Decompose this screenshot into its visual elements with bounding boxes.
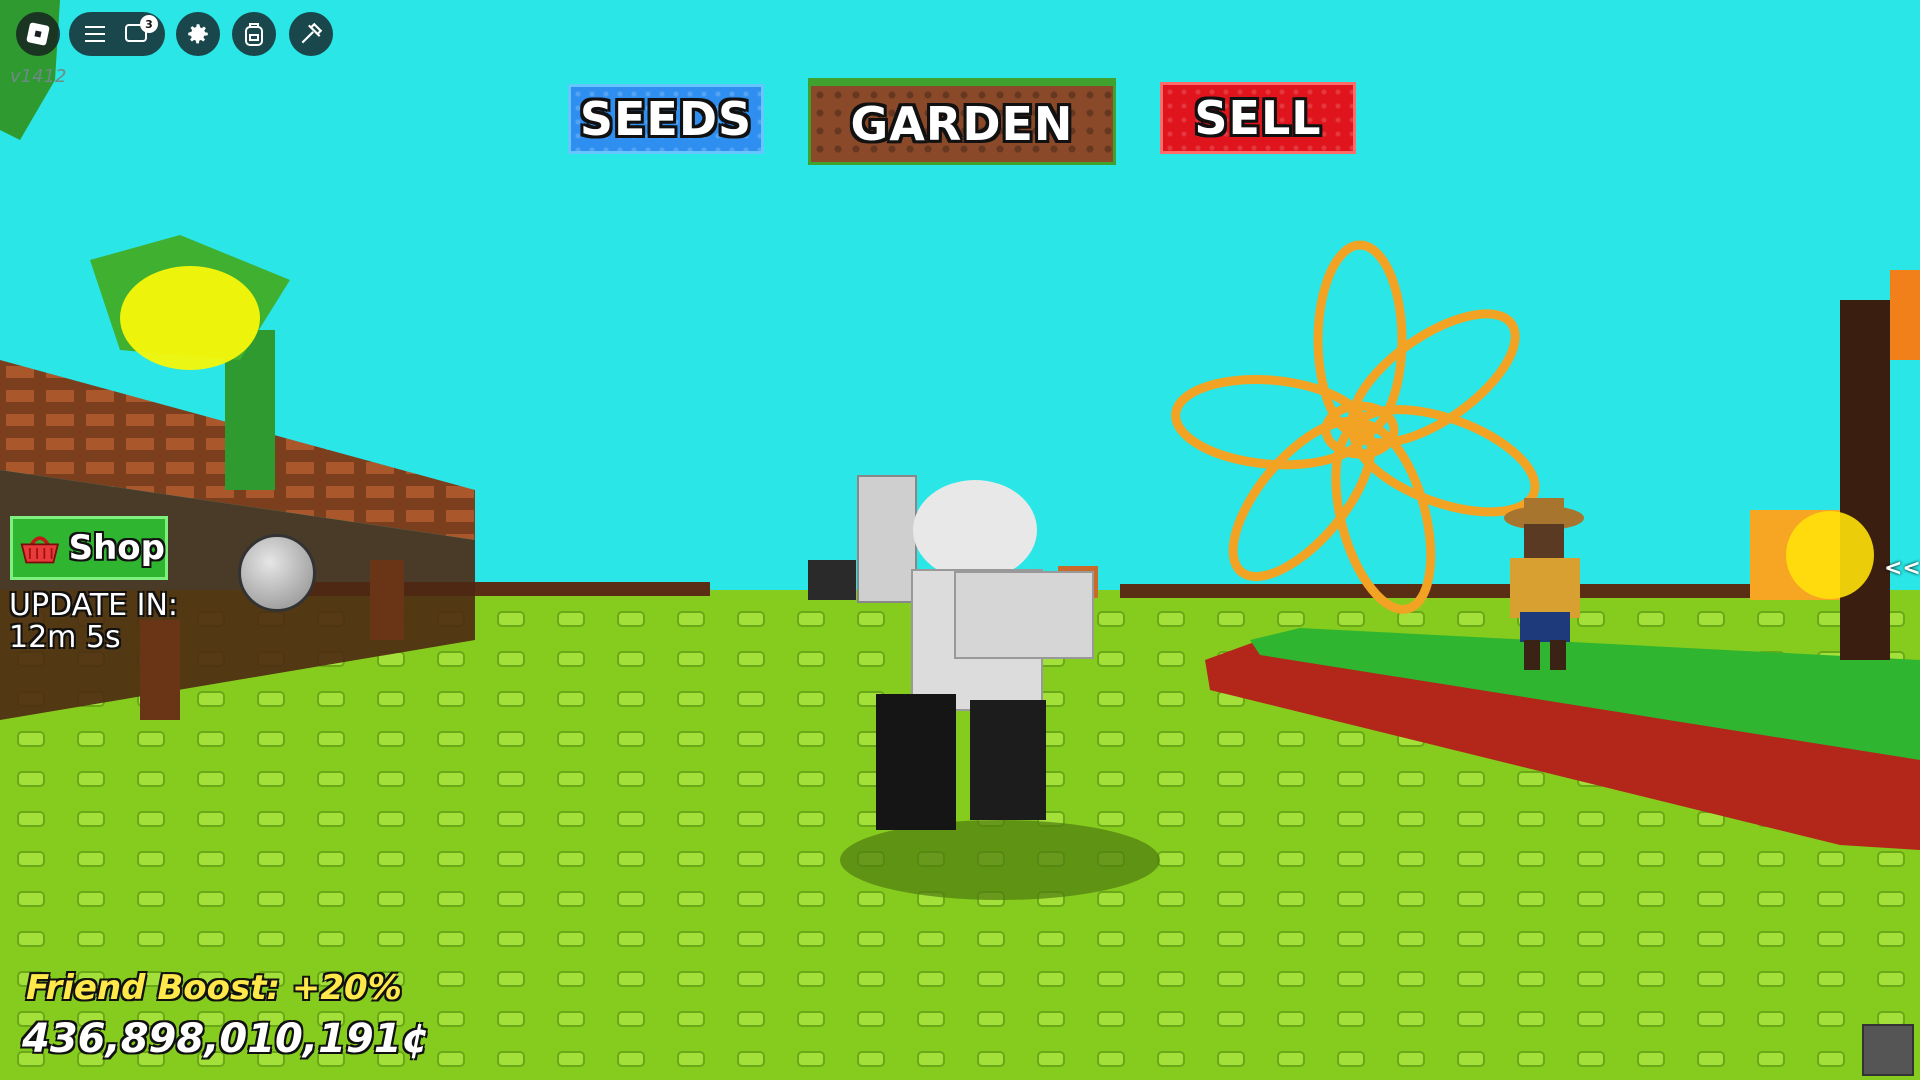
backpack-button[interactable] [232, 12, 276, 56]
tools-icon [301, 22, 323, 44]
backpack-icon [245, 23, 263, 46]
shop-label: Shop [68, 528, 165, 568]
settings-button[interactable] [176, 12, 220, 56]
menu-icon[interactable] [85, 26, 105, 42]
sun-glow [120, 266, 260, 370]
side-panel-collapse-button[interactable]: << [1884, 556, 1920, 581]
basket-icon [20, 536, 60, 564]
emote-wheel-icon[interactable] [1862, 1024, 1914, 1076]
garden-button[interactable]: GARDEN [808, 78, 1116, 165]
seed-item-icon[interactable] [238, 534, 316, 612]
chat-badge: 3 [140, 15, 158, 33]
update-countdown: 12m 5s [9, 620, 121, 655]
distant-stand [808, 560, 856, 600]
right-pillar [1840, 300, 1890, 660]
roblox-logo-icon [26, 22, 50, 46]
update-label: UPDATE IN: [9, 588, 179, 623]
money-counter: 436,898,010,191¢ [22, 1016, 430, 1062]
roblox-menu-button[interactable] [16, 12, 60, 56]
gear-icon [188, 24, 208, 44]
shop-button[interactable]: Shop [10, 516, 168, 580]
update-timer: UPDATE IN: 12m 5s [9, 590, 178, 654]
sell-button[interactable]: SELL [1160, 82, 1356, 154]
version-label: v1412 [10, 66, 67, 87]
seeds-button[interactable]: SEEDS [568, 84, 764, 154]
friend-boost-label: Friend Boost: +20% [26, 968, 402, 1008]
far-fence-right [1120, 584, 1820, 598]
tools-button[interactable] [289, 12, 333, 56]
